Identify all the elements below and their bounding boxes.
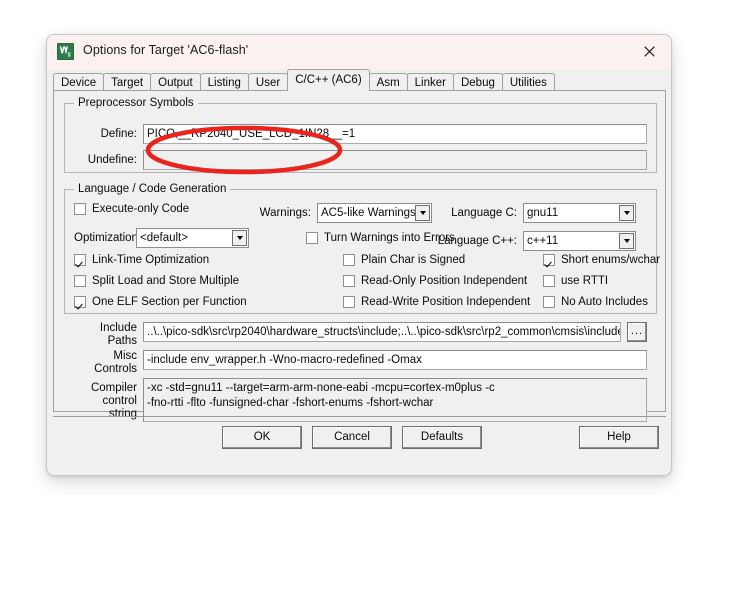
chevron-down-icon[interactable] — [415, 205, 430, 221]
checkbox-label: Link-Time Optimization — [92, 254, 210, 266]
misc-controls-label-line2: Controls — [94, 363, 137, 375]
language-code-generation-legend: Language / Code Generation — [74, 183, 231, 195]
include-paths-browse-button[interactable]: ... — [627, 322, 647, 342]
undefine-label: Undefine: — [87, 154, 137, 166]
checkbox-one-elf-section-per-function[interactable]: One ELF Section per Function — [74, 296, 247, 308]
checkbox-label: No Auto Includes — [561, 296, 648, 308]
checkbox-no-auto-includes[interactable]: No Auto Includes — [543, 296, 648, 308]
checkbox-label: Read-Only Position Independent — [361, 275, 528, 287]
checkbox-label: Plain Char is Signed — [361, 254, 466, 266]
preprocessor-symbols-legend: Preprocessor Symbols — [74, 97, 198, 109]
divider — [53, 416, 666, 417]
checkbox-read-only-position-independent[interactable]: Read-Only Position Independent — [343, 275, 527, 287]
language-c-label: Language C: — [451, 207, 517, 219]
misc-controls-label-line1: Misc — [113, 350, 137, 362]
checkbox-box — [343, 275, 355, 287]
optimization-label: Optimization: — [74, 232, 142, 244]
checkbox-box — [306, 232, 318, 244]
compiler-control-string-label-line1: Compiler — [90, 382, 137, 394]
tab-page-c-cpp: Preprocessor Symbols Define: PICO,__RP20… — [53, 90, 666, 422]
warnings-combo[interactable]: AC5-like Warnings — [317, 203, 432, 223]
help-button[interactable]: Help — [579, 426, 659, 449]
language-c-value: gnu11 — [527, 207, 559, 219]
warnings-value: AC5-like Warnings — [321, 207, 416, 219]
screen: Options for Target 'AC6-flash' Device Ta… — [0, 0, 735, 605]
tab-c-cpp-ac6[interactable]: C/C++ (AC6) — [287, 69, 370, 91]
language-cpp-value: c++11 — [527, 235, 559, 247]
warnings-label: Warnings: — [259, 207, 311, 219]
dialog-title: Options for Target 'AC6-flash' — [83, 43, 249, 57]
checkbox-box — [543, 296, 555, 308]
checkbox-label: Short enums/wchar — [561, 254, 661, 266]
checkbox-box — [343, 254, 355, 266]
checkbox-execute-only-code[interactable]: Execute-only Code — [74, 203, 189, 215]
checkbox-box — [74, 254, 86, 266]
checkbox-split-load-and-store-multiple[interactable]: Split Load and Store Multiple — [74, 275, 239, 287]
checkbox-box — [343, 296, 355, 308]
cancel-button[interactable]: Cancel — [312, 426, 392, 449]
optimization-value: <default> — [140, 232, 188, 244]
checkbox-label: One ELF Section per Function — [92, 296, 247, 308]
checkbox-box — [543, 254, 555, 266]
checkbox-read-write-position-independent[interactable]: Read-Write Position Independent — [343, 296, 530, 308]
checkbox-short-enums-wchar[interactable]: Short enums/wchar — [543, 254, 660, 266]
include-paths-label-line1: Include — [99, 322, 137, 334]
checkbox-box — [74, 275, 86, 287]
chevron-down-icon[interactable] — [619, 233, 634, 249]
checkbox-use-rtti[interactable]: use RTTI — [543, 275, 608, 287]
dialog-titlebar: Options for Target 'AC6-flash' — [47, 35, 671, 69]
compiler-control-string-label-line3: string — [108, 408, 137, 420]
defaults-button[interactable]: Defaults — [402, 426, 482, 449]
checkbox-label: Read-Write Position Independent — [361, 296, 531, 308]
close-button[interactable] — [627, 35, 671, 67]
checkbox-label: Split Load and Store Multiple — [92, 275, 240, 287]
checkbox-label: Execute-only Code — [92, 203, 190, 215]
tab-strip: Device Target Output Listing User C/C++ … — [47, 69, 671, 92]
chevron-down-icon[interactable] — [232, 230, 247, 246]
ok-button[interactable]: OK — [222, 426, 302, 449]
language-cpp-combo[interactable]: c++11 — [523, 231, 636, 251]
optimization-combo[interactable]: <default> — [136, 228, 249, 248]
checkbox-box — [74, 296, 86, 308]
undefine-input[interactable] — [143, 150, 647, 170]
checkbox-link-time-optimization[interactable]: Link-Time Optimization — [74, 254, 209, 266]
define-input[interactable]: PICO,__RP2040_USE_LCD_1IN28__=1 — [143, 124, 647, 144]
checkbox-plain-char-is-signed[interactable]: Plain Char is Signed — [343, 254, 465, 266]
language-c-combo[interactable]: gnu11 — [523, 203, 636, 223]
chevron-down-icon[interactable] — [619, 205, 634, 221]
keil-uvision-icon — [57, 43, 74, 60]
define-label: Define: — [100, 128, 137, 140]
options-dialog: Options for Target 'AC6-flash' Device Ta… — [46, 34, 672, 476]
checkbox-box — [74, 203, 86, 215]
checkbox-label: use RTTI — [561, 275, 609, 287]
checkbox-box — [543, 275, 555, 287]
language-cpp-label: Language C++: — [437, 235, 517, 247]
compiler-control-string-label-line2: control — [102, 395, 137, 407]
misc-controls-input[interactable]: -include env_wrapper.h -Wno-macro-redefi… — [143, 350, 647, 370]
include-paths-label-line2: Paths — [107, 335, 137, 347]
include-paths-input[interactable]: ..\..\pico-sdk\src\rp2040\hardware_struc… — [143, 322, 621, 342]
